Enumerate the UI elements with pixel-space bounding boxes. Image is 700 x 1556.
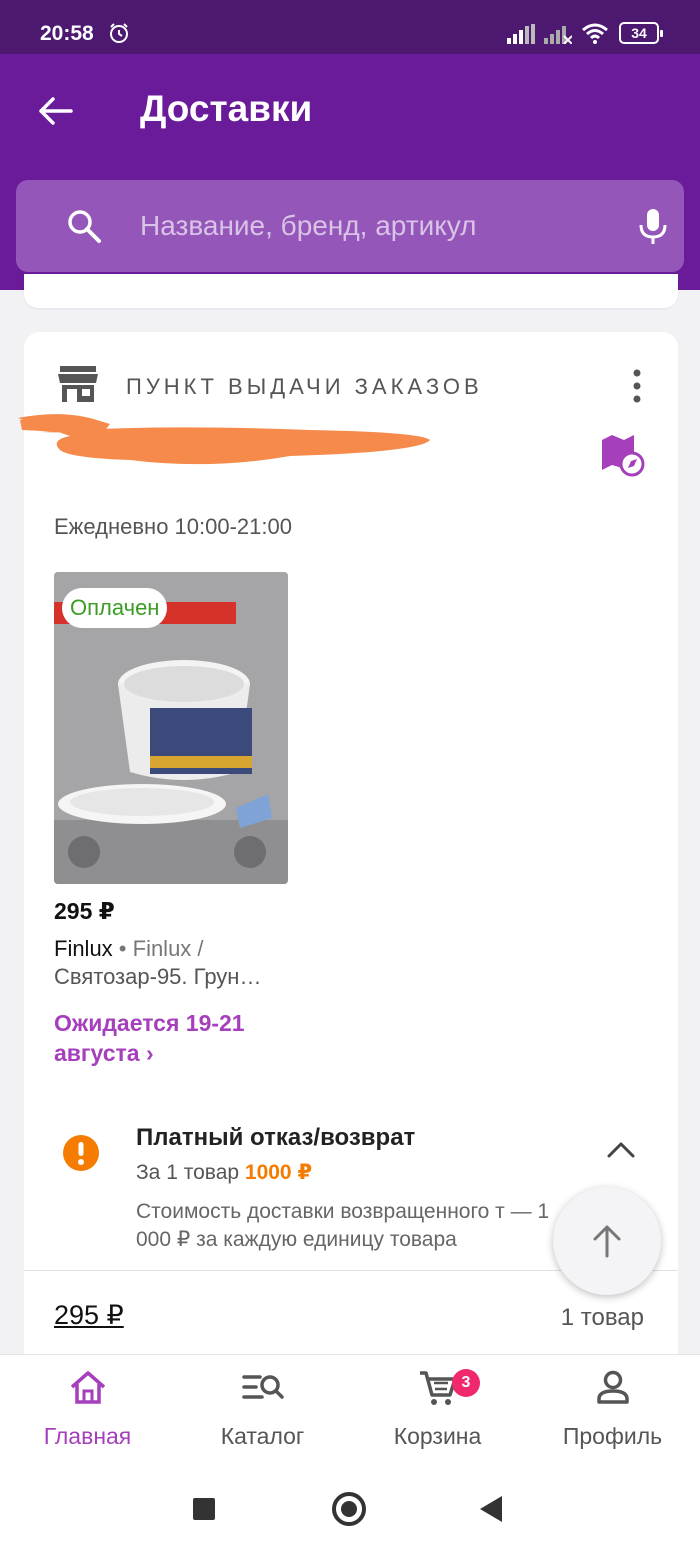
back-button[interactable] <box>30 88 80 134</box>
status-time: 20:58 <box>40 22 94 45</box>
redacted-address <box>18 414 430 465</box>
product-image[interactable]: Оплачен <box>54 572 288 884</box>
order-total: 295 ₽ <box>54 1300 124 1330</box>
nav-home-label: Главная <box>43 1423 132 1449</box>
refund-fee-prefix: За 1 товар <box>136 1161 245 1184</box>
profile-icon <box>596 1370 629 1404</box>
map-icon[interactable] <box>600 432 646 478</box>
search-icon <box>68 210 101 243</box>
alarm-icon <box>110 23 128 43</box>
status-badge: Оплачен <box>62 588 168 628</box>
brand-separator: • <box>112 936 133 961</box>
signal-icon <box>507 24 535 44</box>
more-vertical-icon[interactable] <box>628 368 646 404</box>
warning-icon <box>63 1135 99 1171</box>
wifi-icon <box>582 23 608 44</box>
nav-catalog-label: Каталог <box>220 1423 305 1449</box>
bottom-navigation: Главная Каталог 3 Корзина Профиль <box>0 1354 700 1464</box>
refund-fee-amount: 1000 ₽ <box>244 1161 313 1184</box>
pickup-hours: Ежедневно 10:00-21:00 <box>54 514 292 539</box>
nav-home[interactable]: Главная <box>0 1355 175 1465</box>
home-button[interactable] <box>332 1492 366 1526</box>
system-navigation-bar <box>0 1464 700 1556</box>
battery-indicator: 34 <box>619 22 663 44</box>
refund-title: Платный отказ/возврат <box>136 1124 416 1151</box>
refund-note: Стоимость доставки возвращенного т — 1 0… <box>136 1200 550 1251</box>
brand-name: Finlux <box>54 936 113 961</box>
catalog-search-icon <box>241 1375 284 1399</box>
scroll-to-top-button[interactable] <box>553 1187 661 1295</box>
microphone-icon[interactable] <box>638 208 668 246</box>
home-icon <box>70 1371 105 1404</box>
nav-profile[interactable]: Профиль <box>525 1355 700 1465</box>
chevron-up-icon[interactable] <box>606 1140 636 1160</box>
cart-count-badge: 3 <box>452 1369 480 1397</box>
cart-icon <box>419 1371 457 1405</box>
pickup-point-label: ПУНКТ ВЫДАЧИ ЗАКАЗОВ <box>126 374 483 399</box>
signal-no-service-icon <box>544 26 572 44</box>
arrow-up-icon <box>593 1225 621 1258</box>
store-icon <box>58 366 98 402</box>
nav-profile-label: Профиль <box>562 1423 663 1449</box>
nav-catalog[interactable]: Каталог <box>175 1355 350 1465</box>
refund-fee: За 1 товар 1000 ₽ <box>136 1160 312 1185</box>
page-title: Доставки <box>140 88 313 129</box>
nav-cart-label: Корзина <box>393 1423 482 1449</box>
arrow-left-icon <box>39 97 73 125</box>
expected-delivery-link[interactable]: Ожидается 19-21 августа › <box>54 1008 314 1068</box>
product-price: 295 ₽ <box>54 898 115 924</box>
item-count: 1 товар <box>560 1304 644 1331</box>
product-brand: Finlux • Finlux / <box>54 936 204 962</box>
system-back-button[interactable] <box>480 1496 502 1522</box>
previous-card <box>24 274 678 308</box>
search-input[interactable] <box>126 202 596 250</box>
brand-sub: Finlux / <box>132 936 204 961</box>
app-header: Доставки <box>0 54 700 290</box>
search-bar[interactable] <box>16 180 684 272</box>
recent-apps-button[interactable] <box>193 1498 215 1520</box>
status-bar: 20:58 34 <box>0 0 700 54</box>
product-name: Святозар-95. Грун… <box>54 964 262 989</box>
nav-cart[interactable]: 3 Корзина <box>350 1355 525 1465</box>
